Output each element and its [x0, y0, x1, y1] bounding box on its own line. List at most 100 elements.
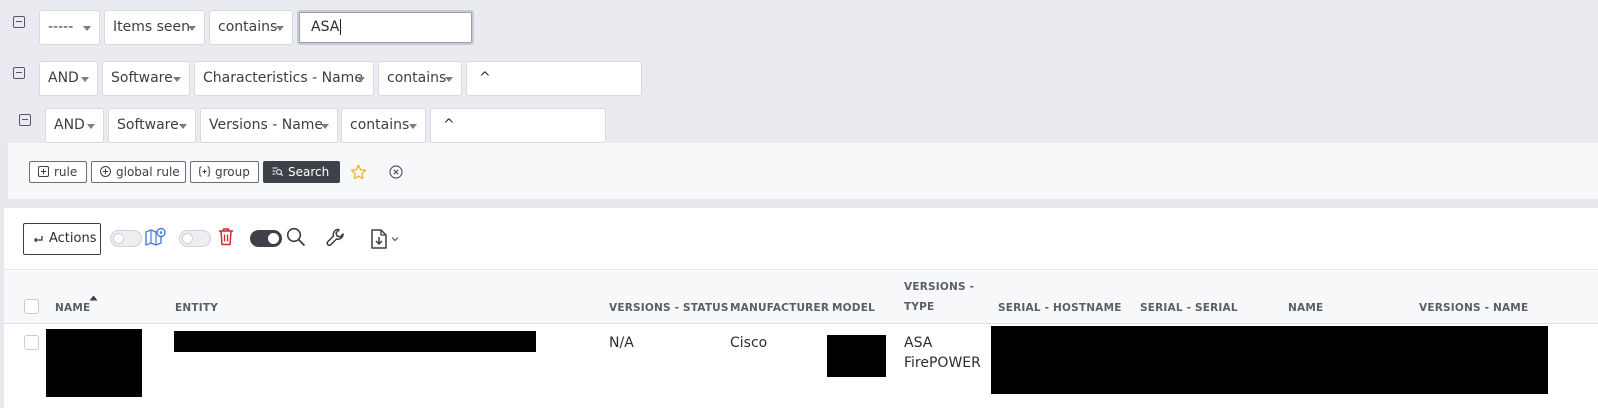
redacted-entity-cell [174, 331, 536, 352]
itemtype-select-value: Software [117, 117, 179, 133]
criteria-value-input[interactable]: ASA [297, 10, 474, 45]
trash-toggle[interactable] [179, 230, 211, 247]
add-group-button[interactable]: group [190, 161, 259, 183]
column-header-label: MODEL [832, 302, 875, 314]
actions-button[interactable]: Actions [23, 223, 101, 255]
versions-status-cell: N/A [609, 335, 634, 351]
search-list-icon [272, 167, 283, 177]
column-header-label: ENTITY [175, 302, 218, 314]
results-panel: Actions NAME ENTITY VERSIONS - STATUS MA… [4, 208, 1598, 408]
chevron-down-icon [81, 77, 89, 82]
chevron-down-icon [357, 77, 365, 82]
column-header-label-line2: TYPE [904, 301, 935, 313]
link-select-value: ----- [48, 19, 74, 35]
search-icon[interactable] [286, 227, 306, 247]
add-rule-button[interactable]: rule [29, 161, 87, 183]
actions-label: Actions [49, 231, 97, 246]
column-header-versions-name[interactable]: VERSIONS - NAME [1419, 298, 1528, 318]
search-toggle[interactable] [250, 230, 282, 247]
plus-square-icon [38, 166, 49, 177]
table-row[interactable]: N/A Cisco ASA FirePOWER [4, 324, 1598, 408]
itemtype-select[interactable]: Software [102, 61, 190, 96]
chevron-down-icon [445, 77, 453, 82]
select-all-checkbox[interactable] [24, 299, 39, 314]
field-select[interactable]: Characteristics - Name [194, 61, 374, 96]
column-header-serial-hostname[interactable]: SERIAL - HOSTNAME [998, 298, 1122, 318]
column-header-label: NAME [55, 302, 91, 314]
chevron-down-icon [179, 124, 187, 129]
toggle-knob [268, 233, 279, 244]
export-file-icon[interactable] [370, 229, 388, 249]
chevron-down-icon[interactable] [391, 236, 399, 242]
column-header-manufacturer[interactable]: MANUFACTURER [730, 298, 829, 318]
toggle-knob [182, 233, 193, 244]
versions-type-cell: ASA FirePOWER [904, 333, 981, 373]
column-header-label: NAME [1288, 302, 1324, 314]
column-header-label-line1: VERSIONS - [904, 281, 975, 293]
column-header-name-2[interactable]: NAME [1288, 298, 1323, 318]
operator-select-value: contains [218, 19, 278, 35]
map-marker-icon[interactable] [145, 227, 167, 247]
operator-select[interactable]: contains [209, 10, 293, 45]
criteria-value-text: ^ [479, 70, 491, 86]
reset-circle-x-icon[interactable] [389, 165, 403, 179]
column-header-label: SERIAL - SERIAL [1140, 302, 1238, 314]
chevron-down-icon [173, 77, 181, 82]
column-header-model[interactable]: MODEL [832, 298, 875, 318]
wrench-icon[interactable] [325, 227, 347, 249]
trash-icon[interactable] [218, 227, 234, 246]
column-header-serial-serial[interactable]: SERIAL - SERIAL [1140, 298, 1238, 318]
chevron-down-icon [321, 124, 329, 129]
criteria-row-3: AND Software Versions - Name contains ^ [0, 108, 610, 146]
operator-select[interactable]: contains [378, 61, 462, 96]
criteria-value-input[interactable]: ^ [466, 61, 642, 96]
criteria-row-1: ----- Items seen contains ASA [0, 10, 480, 48]
chevron-down-icon [188, 26, 196, 31]
corner-arrow-icon [34, 236, 43, 243]
chevron-down-icon [87, 124, 95, 129]
link-select[interactable]: ----- [39, 10, 100, 45]
column-header-name[interactable]: NAME [55, 295, 98, 318]
search-actions-bar: rule global rule group Search [8, 143, 1598, 199]
operator-select-value: contains [350, 117, 410, 133]
search-button[interactable]: Search [263, 161, 340, 183]
column-header-versions-type[interactable]: VERSIONS - TYPE [904, 277, 974, 317]
field-select-value: Items seen [113, 19, 191, 35]
star-icon[interactable] [350, 164, 367, 180]
column-header-label: SERIAL - HOSTNAME [998, 302, 1122, 314]
remove-criteria-icon[interactable] [19, 114, 31, 126]
manufacturer-cell: Cisco [730, 335, 768, 351]
versions-type-line2: FirePOWER [904, 355, 981, 371]
operator-select[interactable]: contains [341, 108, 426, 143]
chevron-down-icon [83, 26, 91, 31]
criteria-value-text: ^ [443, 117, 455, 133]
column-header-versions-status[interactable]: VERSIONS - STATUS [609, 298, 729, 318]
redacted-name-cell [46, 329, 142, 397]
redacted-remaining-cells [991, 326, 1548, 394]
link-select-value: AND [54, 117, 85, 133]
field-select-value: Characteristics - Name [203, 70, 363, 86]
criteria-value-input[interactable]: ^ [430, 108, 606, 143]
map-toggle[interactable] [110, 230, 142, 247]
field-select[interactable]: Items seen [104, 10, 205, 45]
itemtype-select[interactable]: Software [108, 108, 196, 143]
group-brackets-icon [199, 166, 210, 177]
chevron-down-icon [276, 26, 284, 31]
criteria-row-2: AND Software Characteristics - Name cont… [0, 61, 645, 99]
link-select[interactable]: AND [45, 108, 104, 143]
add-global-rule-button[interactable]: global rule [91, 161, 186, 183]
remove-criteria-icon[interactable] [13, 67, 25, 79]
toggle-knob [113, 233, 124, 244]
itemtype-select-value: Software [111, 70, 173, 86]
field-select-value: Versions - Name [209, 117, 324, 133]
plus-circle-icon [100, 166, 111, 177]
link-select-value: AND [48, 70, 79, 86]
remove-criteria-icon[interactable] [13, 16, 25, 28]
column-header-label: VERSIONS - NAME [1419, 302, 1529, 314]
chevron-down-icon [409, 124, 417, 129]
link-select[interactable]: AND [39, 61, 98, 96]
row-checkbox[interactable] [24, 335, 39, 350]
column-header-entity[interactable]: ENTITY [175, 298, 218, 318]
field-select[interactable]: Versions - Name [200, 108, 338, 143]
add-rule-label: rule [54, 165, 78, 179]
